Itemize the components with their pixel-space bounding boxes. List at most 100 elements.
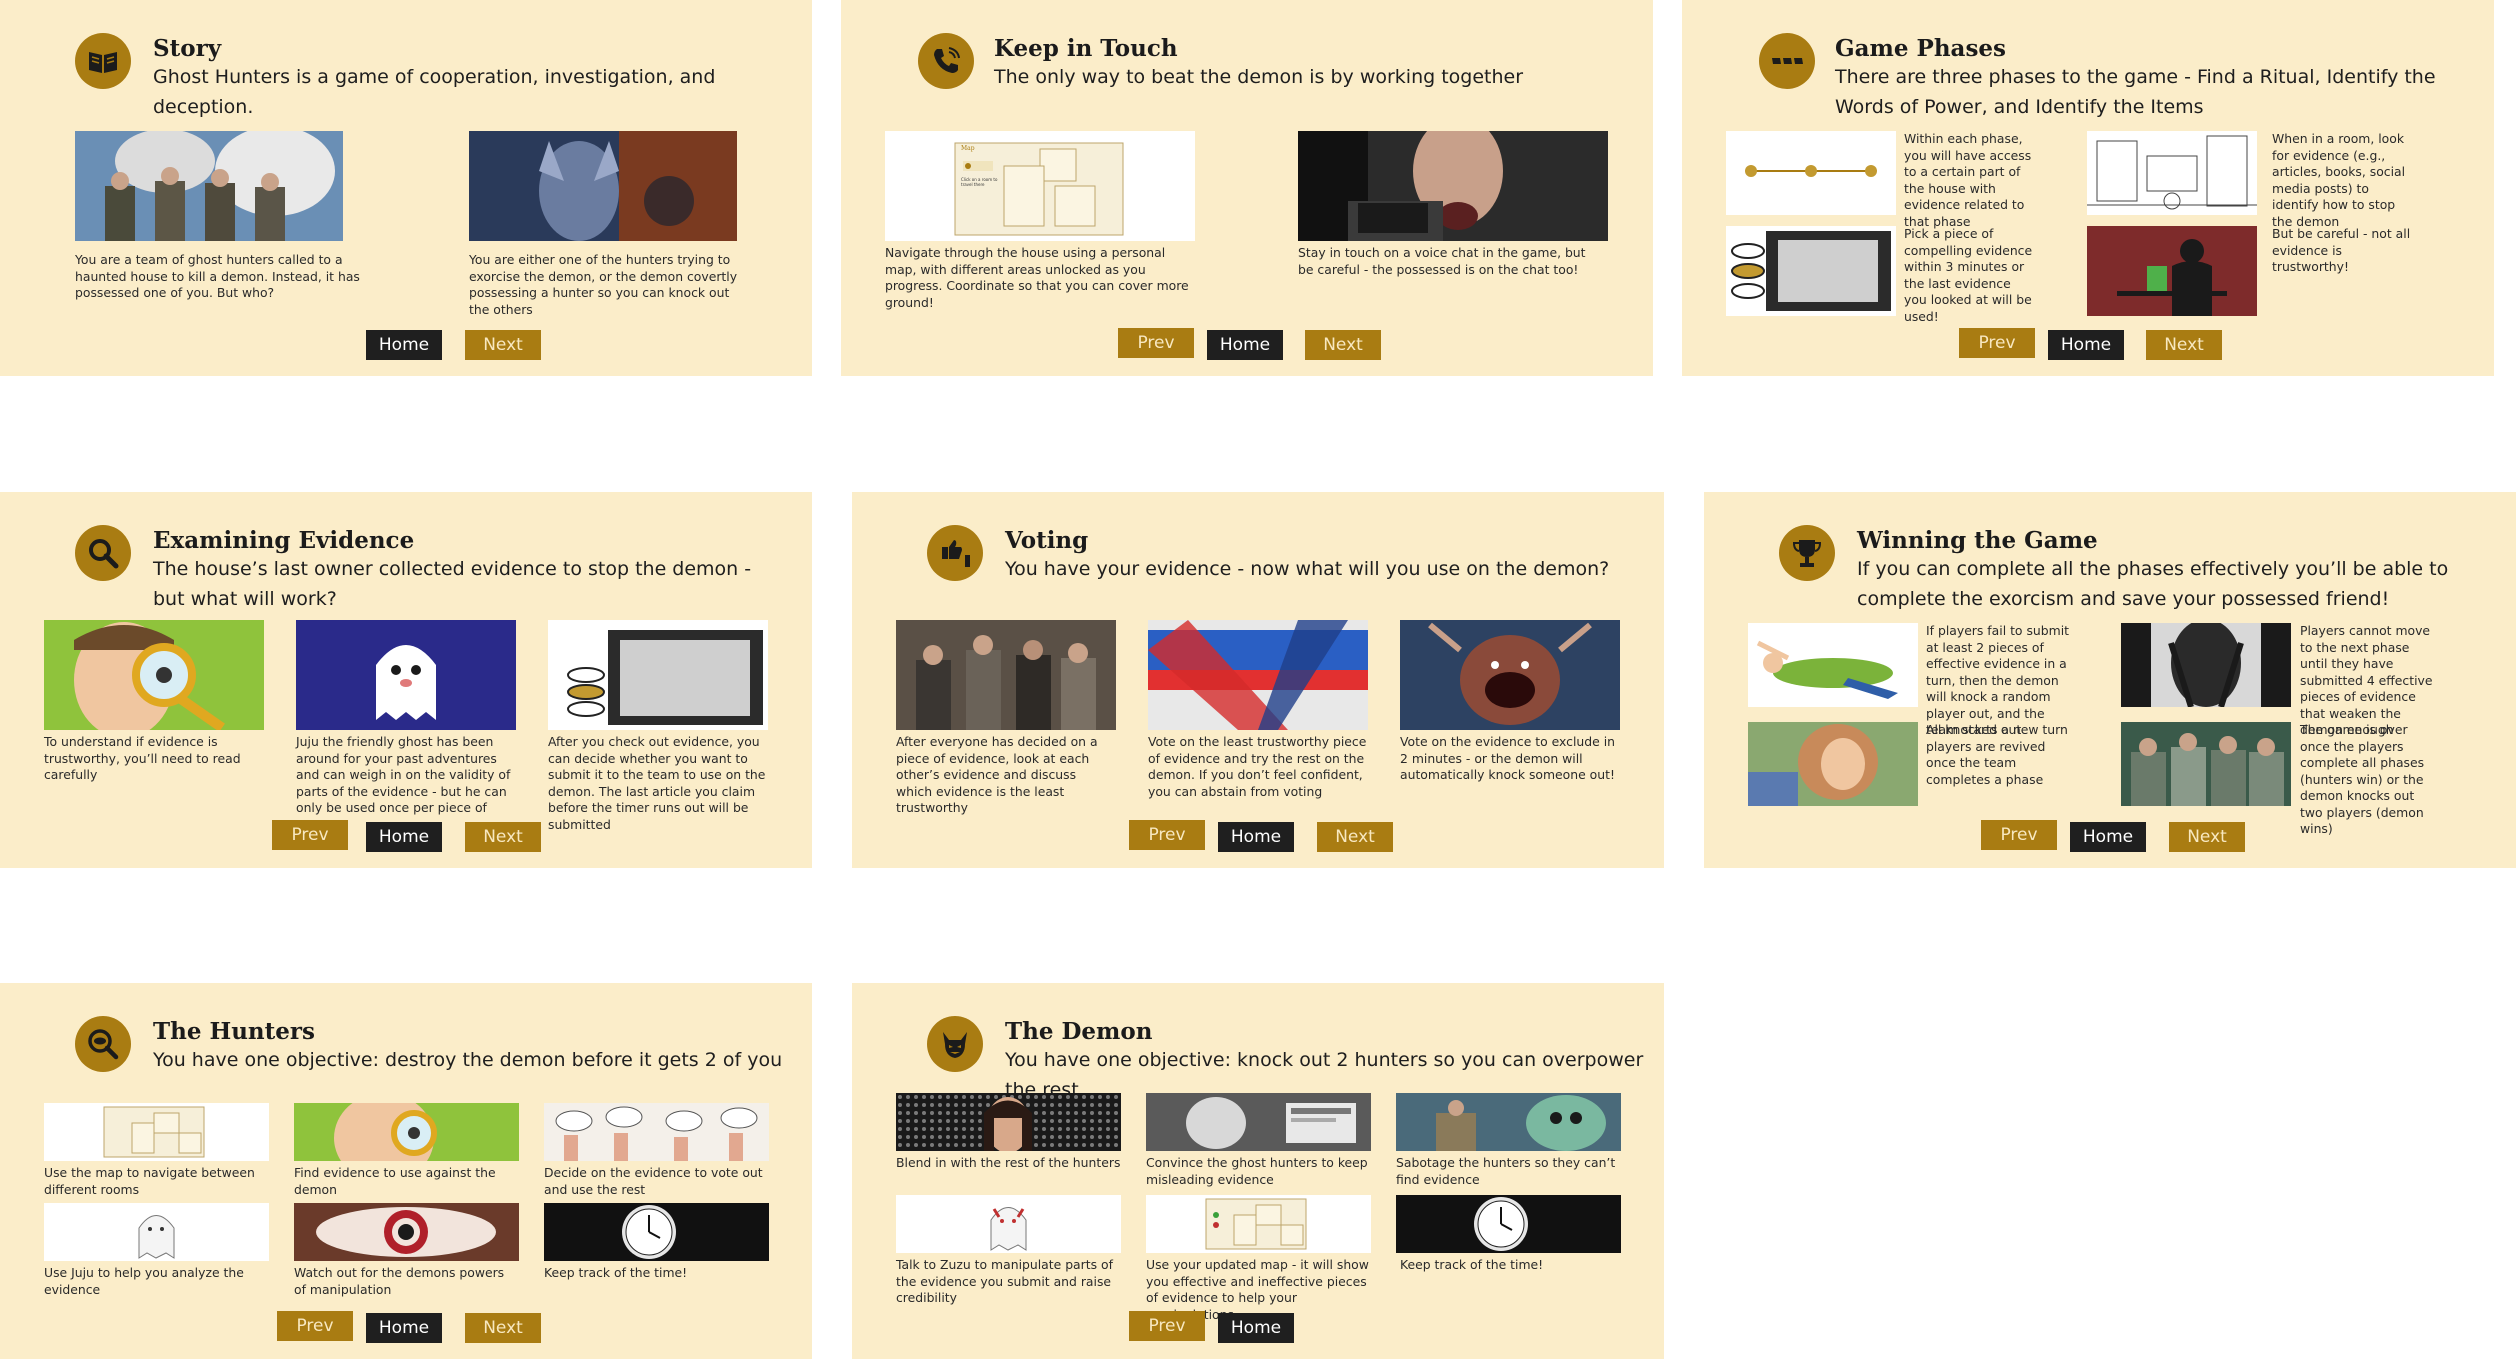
hunter-map-image <box>44 1103 269 1161</box>
hunter-caption-vote: Decide on the evidence to vote out and u… <box>544 1165 763 1197</box>
slide-subtitle: The house’s last owner collected evidenc… <box>153 558 752 610</box>
hunter-hands-image <box>544 1103 769 1161</box>
slide-subtitle: You have one objective: destroy the demo… <box>153 1049 783 1071</box>
next-button[interactable]: Next <box>465 1313 541 1343</box>
slide-subtitle: You have your evidence - now what will y… <box>1005 558 1610 580</box>
prev-button[interactable]: Prev <box>1118 328 1194 358</box>
prev-button[interactable]: Prev <box>1981 820 2057 850</box>
ghostbusters-team-image <box>75 131 343 241</box>
demon-blend-image <box>896 1093 1121 1151</box>
evidence-caption-juju: Juju the friendly ghost has been around … <box>296 734 511 832</box>
slide-title: Voting <box>1005 527 1089 554</box>
prev-button[interactable]: Prev <box>1129 820 1205 850</box>
hunter-juju-image <box>44 1203 269 1261</box>
prev-button[interactable]: Prev <box>277 1311 353 1341</box>
monster-image <box>1400 620 1620 730</box>
voting-caption-vote: Vote on the least trustworthy piece of e… <box>1148 734 1367 799</box>
home-button[interactable]: Home <box>366 1313 442 1343</box>
ghostbusters-group-image <box>2121 722 2291 806</box>
next-button[interactable]: Next <box>465 822 541 852</box>
prev-button[interactable]: Prev <box>1129 1311 1205 1341</box>
prev-button[interactable]: Prev <box>272 820 348 850</box>
winning-caption-game-over: The game is over once the players comple… <box>2300 722 2425 836</box>
demon-updated-map-image <box>1146 1195 1371 1253</box>
phase-timeline-image <box>1726 131 1896 215</box>
winning-caption-revived: All knocked out players are revived once… <box>1926 722 2046 787</box>
slide-the-hunters: The Hunters You have one objective: dest… <box>0 983 812 1359</box>
slide-game-phases: Game Phases There are three phases to th… <box>1682 0 2494 376</box>
demon-sabotage-image <box>1396 1093 1621 1151</box>
map-caption: Navigate through the house using a perso… <box>885 245 1189 310</box>
hunter-clock-image <box>544 1203 769 1261</box>
slide-title: Game Phases <box>1835 35 2006 62</box>
slide-title: Winning the Game <box>1857 527 2098 554</box>
story-caption-hunters: You are a team of ghost hunters called t… <box>75 252 360 300</box>
evidence-caption-submit: After you check out evidence, you can de… <box>548 734 766 832</box>
story-caption-demon: You are either one of the hunters trying… <box>469 252 738 317</box>
dark-figure-image <box>2121 623 2291 707</box>
hunter-eye-image <box>294 1203 519 1261</box>
phone-icon <box>918 33 974 89</box>
voice-chat-caption: Stay in touch on a voice chat in the gam… <box>1298 245 1586 277</box>
revived-player-image <box>1748 722 1918 806</box>
slide-title: Story <box>153 35 222 62</box>
demon-icon <box>927 1016 983 1072</box>
eye-magnifier-icon <box>75 1016 131 1072</box>
magnifying-man-image <box>44 620 264 730</box>
voice-chat-image <box>1298 131 1608 241</box>
phase-caption-4: But be careful - not all evidence is tru… <box>2272 226 2411 274</box>
prev-button[interactable]: Prev <box>1959 328 2035 358</box>
slide-examining-evidence: Examining Evidence The house’s last owne… <box>0 492 812 868</box>
map-screenshot-image: Map Click on a room to travel there <box>885 131 1195 241</box>
slide-subtitle: There are three phases to the game - Fin… <box>1835 66 2436 118</box>
demon-caption-convince: Convince the ghost hunters to keep misle… <box>1146 1155 1368 1187</box>
submit-evidence-screen-image <box>548 620 768 730</box>
demon-convince-image <box>1146 1093 1371 1151</box>
next-button[interactable]: Next <box>465 330 541 360</box>
next-button[interactable]: Next <box>2169 822 2245 852</box>
juju-ghost-image <box>296 620 516 730</box>
knocked-out-player-image <box>1748 623 1918 707</box>
next-button[interactable]: Next <box>1317 822 1393 852</box>
home-button[interactable]: Home <box>1207 330 1283 360</box>
demon-caption-time: Keep track of the time! <box>1400 1257 1544 1272</box>
map-label: Map <box>961 145 975 152</box>
voting-caption-timer: Vote on the evidence to exclude in 2 min… <box>1400 734 1616 782</box>
demon-zuzu-image <box>896 1195 1121 1253</box>
phase-caption-3: Pick a piece of compelling evidence with… <box>1904 226 2033 324</box>
evidence-caption-read: To understand if evidence is trustworthy… <box>44 734 241 782</box>
trophy-icon <box>1779 525 1835 581</box>
phase-caption-1: Within each phase, you will have access … <box>1904 131 2032 229</box>
demon-caption-blend: Blend in with the rest of the hunters <box>896 1155 1121 1170</box>
hunter-caption-time: Keep track of the time! <box>544 1265 688 1280</box>
home-button[interactable]: Home <box>2070 822 2146 852</box>
home-button[interactable]: Home <box>366 330 442 360</box>
phase-caption-2: When in a room, look for evidence (e.g.,… <box>2272 131 2406 229</box>
slide-story: Story Ghost Hunters is a game of coopera… <box>0 0 812 376</box>
dots-icon <box>1759 33 1815 89</box>
demon-illustration-image <box>469 131 737 241</box>
home-button[interactable]: Home <box>366 822 442 852</box>
voting-caption-discuss: After everyone has decided on a piece of… <box>896 734 1098 815</box>
hacker-silhouette-image <box>2087 226 2257 316</box>
home-button[interactable]: Home <box>1218 1313 1294 1343</box>
next-button[interactable]: Next <box>2146 330 2222 360</box>
hunter-magnifier-image <box>294 1103 519 1161</box>
slide-title: The Hunters <box>153 1018 315 1045</box>
slide-the-demon: The Demon You have one objective: knock … <box>852 983 1664 1359</box>
slide-title: The Demon <box>1005 1018 1153 1045</box>
vote-paper-image <box>1148 620 1368 730</box>
slide-subtitle: The only way to beat the demon is by wor… <box>994 66 1524 88</box>
hunter-caption-evidence: Find evidence to use against the demon <box>294 1165 496 1197</box>
next-button[interactable]: Next <box>1305 330 1381 360</box>
book-icon <box>75 33 131 89</box>
demon-clock-image <box>1396 1195 1621 1253</box>
map-hint: Click on a room to travel there <box>961 177 998 187</box>
room-sketch-image <box>2087 131 2257 215</box>
home-button[interactable]: Home <box>1218 822 1294 852</box>
hunter-caption-map: Use the map to navigate between differen… <box>44 1165 255 1197</box>
evidence-screen-image <box>1726 226 1896 316</box>
demon-caption-sabotage: Sabotage the hunters so they can’t find … <box>1396 1155 1616 1187</box>
slide-subtitle: Ghost Hunters is a game of cooperation, … <box>153 66 716 118</box>
home-button[interactable]: Home <box>2048 330 2124 360</box>
